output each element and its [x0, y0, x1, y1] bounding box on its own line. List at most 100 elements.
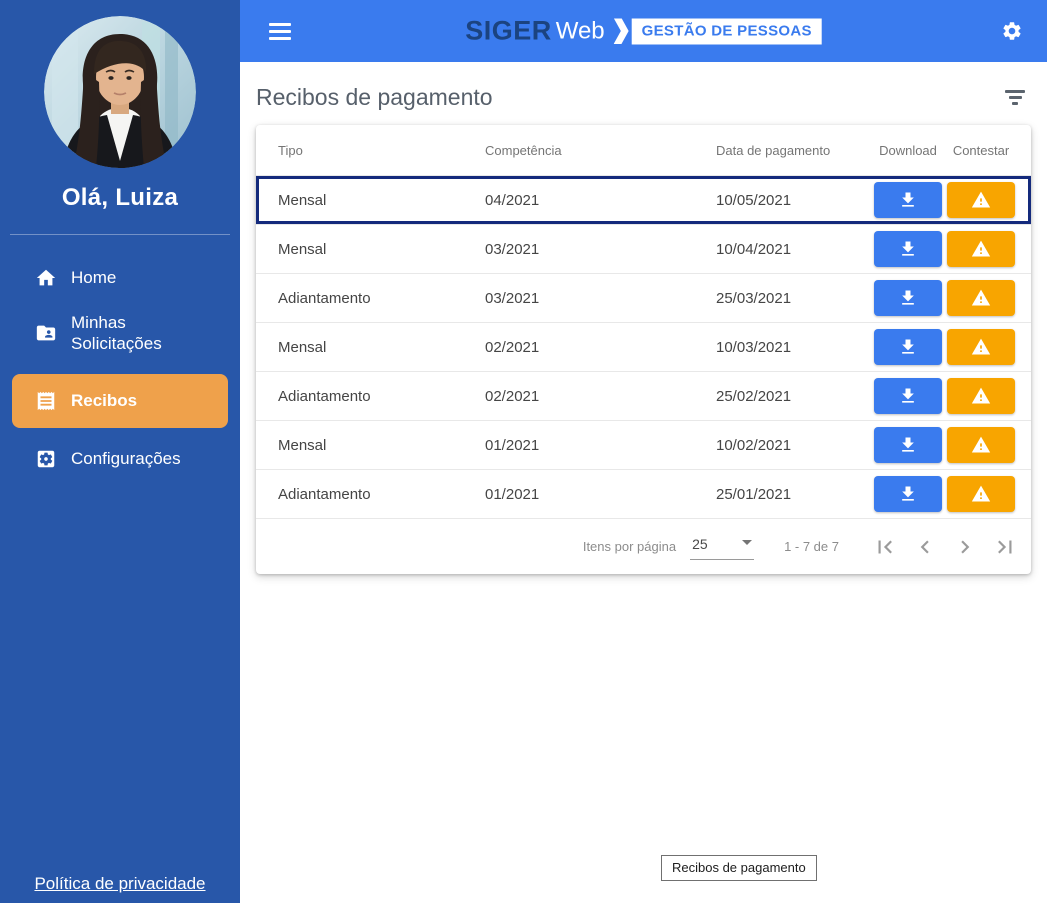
cell-competencia: 03/2021 — [485, 241, 716, 258]
contest-button[interactable] — [947, 182, 1015, 218]
paginator: Itens por página 25 1 - 7 de 7 — [256, 518, 1031, 574]
receipt-icon — [34, 389, 58, 413]
column-header-contestar: Contestar — [947, 143, 1015, 158]
cell-tipo: Adiantamento — [278, 486, 485, 503]
contest-button[interactable] — [947, 329, 1015, 365]
cell-competencia: 01/2021 — [485, 437, 716, 454]
download-button[interactable] — [874, 231, 942, 267]
greeting: Olá, Luiza — [0, 184, 240, 212]
download-icon — [898, 239, 918, 259]
items-per-page-value: 25 — [692, 536, 708, 552]
sidebar-item-configuracoes[interactable]: Configurações — [0, 440, 240, 478]
cell-data-pagamento: 25/03/2021 — [716, 290, 869, 307]
table-body: Mensal 04/2021 10/05/2021 Mensal 03/2021… — [256, 175, 1031, 518]
first-page-icon[interactable] — [865, 527, 905, 567]
brand-chevron-icon — [614, 18, 629, 44]
cell-data-pagamento: 10/04/2021 — [716, 241, 869, 258]
page-range-label: 1 - 7 de 7 — [784, 539, 839, 554]
prev-page-icon[interactable] — [905, 527, 945, 567]
table-row: Adiantamento 01/2021 25/01/2021 — [256, 469, 1031, 518]
cell-competencia: 01/2021 — [485, 486, 716, 503]
brand-badge: GESTÃO DE PESSOAS — [632, 18, 822, 44]
link-tooltip: Recibos de pagamento — [661, 855, 817, 881]
items-per-page-label: Itens por página — [583, 539, 676, 554]
table-row: Mensal 04/2021 10/05/2021 — [256, 175, 1031, 224]
download-button[interactable] — [874, 378, 942, 414]
download-icon — [898, 190, 918, 210]
table-header: Tipo Competência Data de pagamento Downl… — [256, 125, 1031, 175]
table-row: Adiantamento 03/2021 25/03/2021 — [256, 273, 1031, 322]
warning-icon — [971, 190, 991, 210]
sidebar-item-home[interactable]: Home — [0, 259, 240, 297]
download-icon — [898, 484, 918, 504]
cell-tipo: Adiantamento — [278, 290, 485, 307]
cell-data-pagamento: 10/05/2021 — [716, 192, 869, 209]
contest-button[interactable] — [947, 476, 1015, 512]
filter-icon[interactable] — [997, 84, 1033, 111]
download-icon — [898, 386, 918, 406]
cell-tipo: Mensal — [278, 437, 485, 454]
items-per-page-select[interactable]: 25 — [690, 534, 754, 560]
menu-icon[interactable] — [265, 19, 295, 44]
main-content: Recibos de pagamento Tipo Competência Da… — [240, 62, 1047, 903]
cell-data-pagamento: 25/02/2021 — [716, 388, 869, 405]
table-row: Mensal 02/2021 10/03/2021 — [256, 322, 1031, 371]
cell-competencia: 02/2021 — [485, 388, 716, 405]
home-icon — [34, 266, 58, 290]
contest-button[interactable] — [947, 378, 1015, 414]
contest-button[interactable] — [947, 427, 1015, 463]
download-icon — [898, 337, 918, 357]
sidebar-item-label: Configurações — [71, 448, 181, 469]
download-button[interactable] — [874, 182, 942, 218]
table-row: Mensal 03/2021 10/04/2021 — [256, 224, 1031, 273]
download-icon — [898, 435, 918, 455]
sidebar-menu: Home Minhas Solicitações Recibos Configu… — [0, 259, 240, 478]
column-header-competencia: Competência — [485, 143, 716, 158]
last-page-icon[interactable] — [985, 527, 1025, 567]
contest-button[interactable] — [947, 231, 1015, 267]
folder-shared-icon — [34, 321, 58, 345]
settings-app-icon — [34, 447, 58, 471]
sidebar-item-label: Home — [71, 267, 116, 288]
warning-icon — [971, 484, 991, 504]
warning-icon — [971, 337, 991, 357]
sidebar-divider — [10, 234, 230, 235]
cell-data-pagamento: 25/01/2021 — [716, 486, 869, 503]
sidebar-item-minhas-solicitacoes[interactable]: Minhas Solicitações — [0, 305, 240, 362]
sidebar-item-label: Recibos — [71, 390, 137, 411]
cell-tipo: Mensal — [278, 241, 485, 258]
contest-button[interactable] — [947, 280, 1015, 316]
cell-data-pagamento: 10/02/2021 — [716, 437, 869, 454]
cell-competencia: 03/2021 — [485, 290, 716, 307]
sidebar: Olá, Luiza Home Minhas Solicitações Reci… — [0, 0, 240, 903]
cell-tipo: Adiantamento — [278, 388, 485, 405]
cell-competencia: 04/2021 — [485, 192, 716, 209]
warning-icon — [971, 288, 991, 308]
topbar: SIGER Web GESTÃO DE PESSOAS — [240, 0, 1047, 62]
gear-icon[interactable] — [1001, 20, 1023, 42]
download-button[interactable] — [874, 280, 942, 316]
download-button[interactable] — [874, 329, 942, 365]
receipts-table: Tipo Competência Data de pagamento Downl… — [256, 125, 1031, 574]
table-row: Adiantamento 02/2021 25/02/2021 — [256, 371, 1031, 420]
brand-web: Web — [556, 17, 605, 45]
cell-competencia: 02/2021 — [485, 339, 716, 356]
table-row: Mensal 01/2021 10/02/2021 — [256, 420, 1031, 469]
cell-tipo: Mensal — [278, 339, 485, 356]
download-button[interactable] — [874, 427, 942, 463]
download-icon — [898, 288, 918, 308]
sidebar-item-label: Minhas Solicitações — [71, 312, 221, 355]
cell-tipo: Mensal — [278, 192, 485, 209]
download-button[interactable] — [874, 476, 942, 512]
brand-siger: SIGER — [465, 16, 552, 47]
privacy-policy-link[interactable]: Política de privacidade — [0, 874, 240, 894]
avatar — [44, 16, 196, 168]
cell-data-pagamento: 10/03/2021 — [716, 339, 869, 356]
warning-icon — [971, 435, 991, 455]
brand-logo: SIGER Web GESTÃO DE PESSOAS — [465, 16, 822, 47]
warning-icon — [971, 386, 991, 406]
sidebar-item-recibos[interactable]: Recibos — [12, 374, 228, 428]
next-page-icon[interactable] — [945, 527, 985, 567]
page-title: Recibos de pagamento — [256, 84, 493, 111]
warning-icon — [971, 239, 991, 259]
